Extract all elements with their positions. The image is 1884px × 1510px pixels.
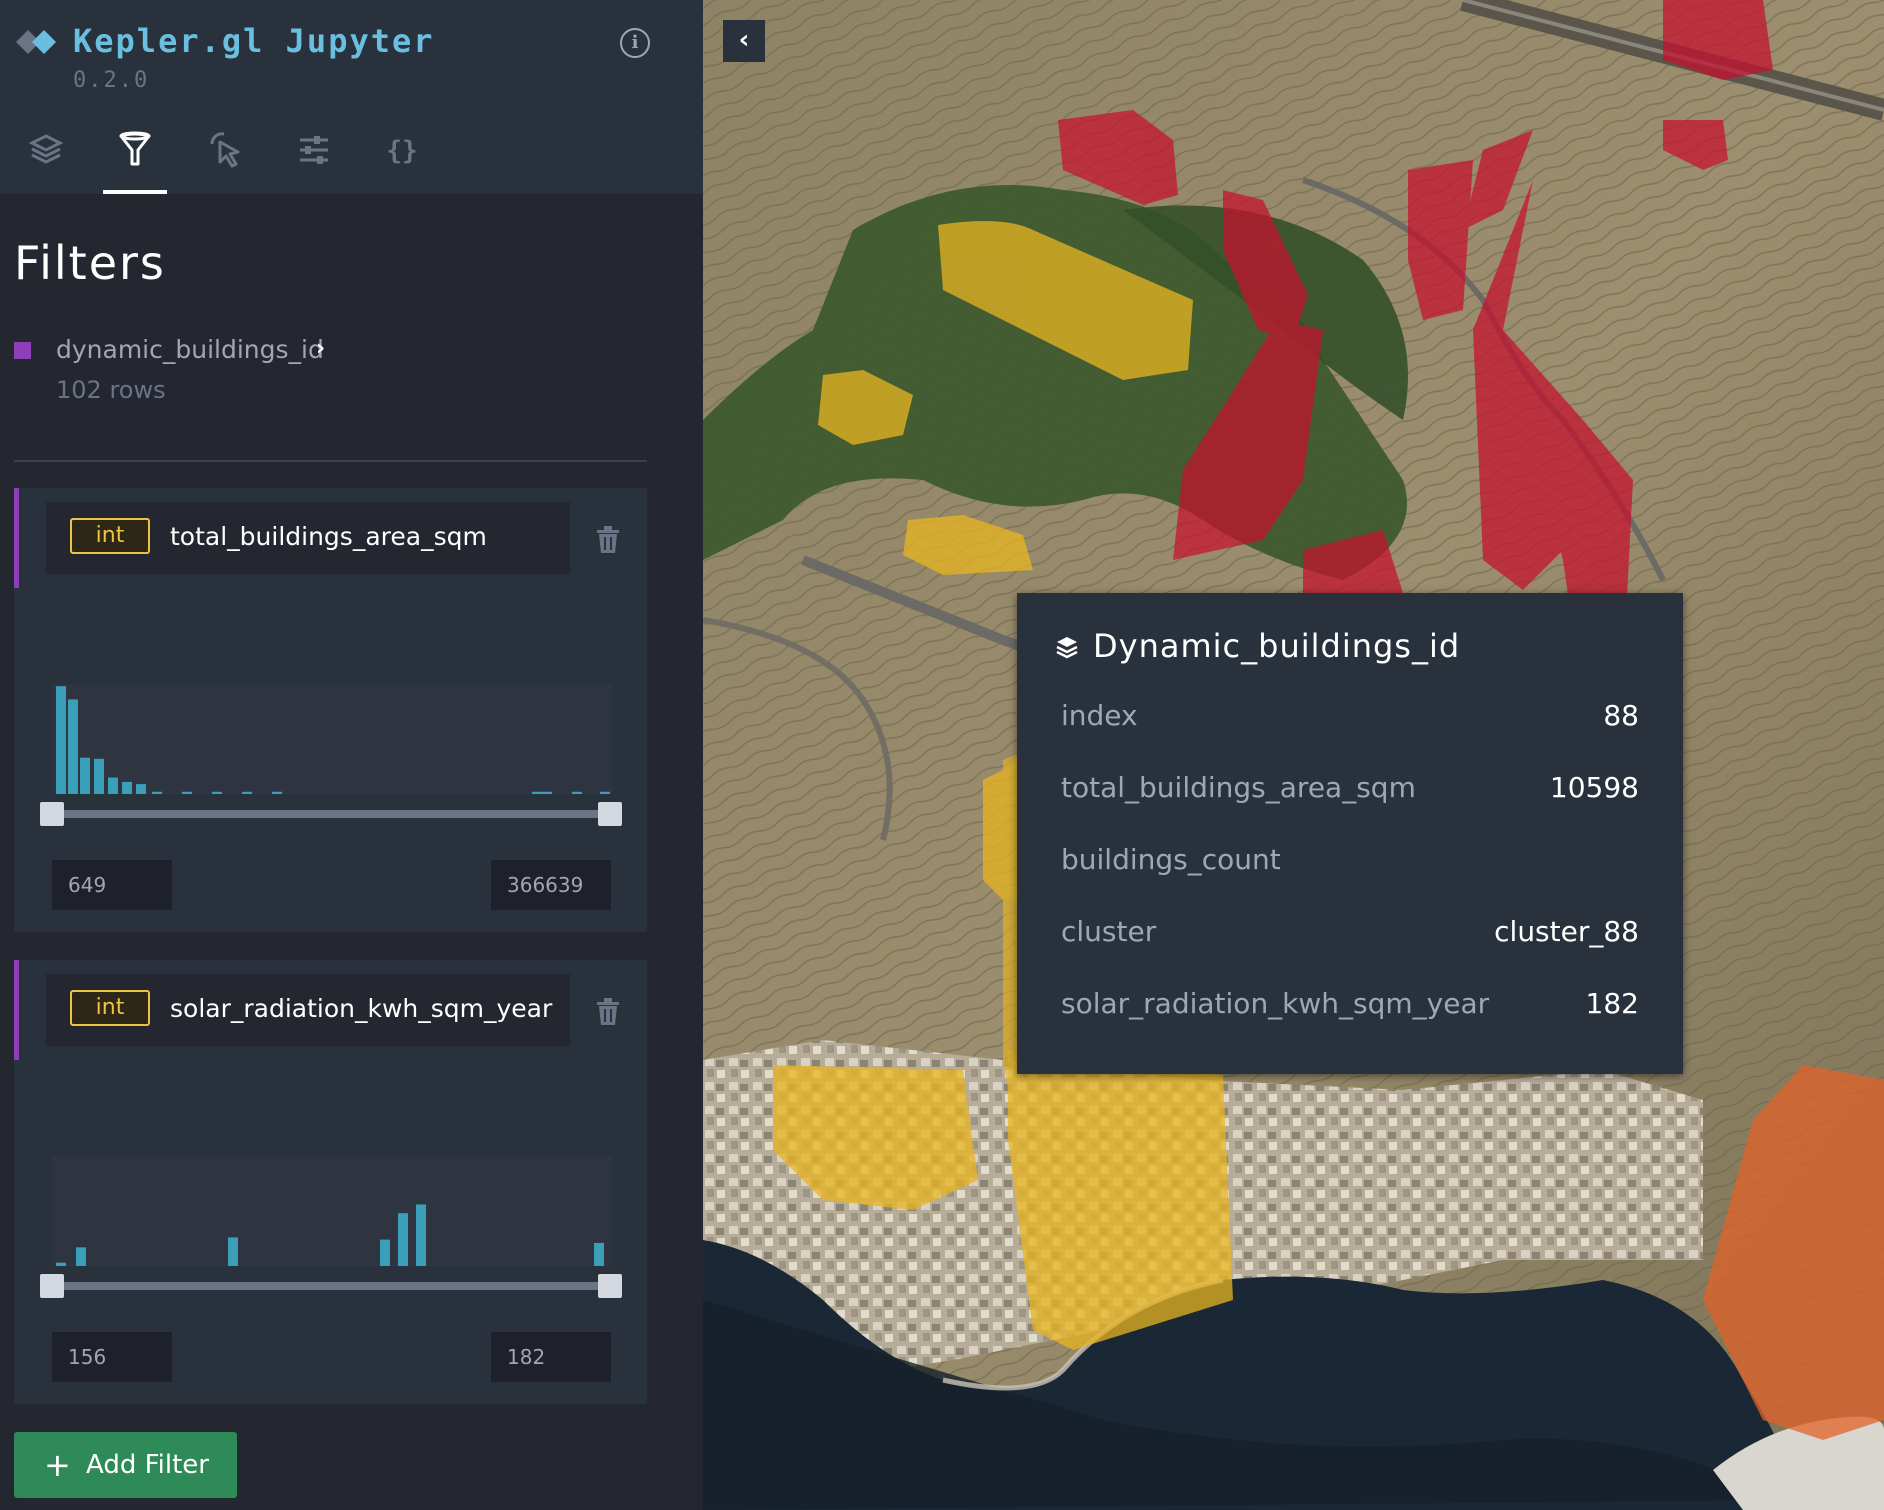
layers-icon: [28, 134, 64, 164]
app-title: Kepler.gl Jupyter: [73, 22, 435, 60]
interaction-icon: [210, 132, 240, 168]
collapse-sidebar-button[interactable]: ‹: [723, 20, 765, 62]
histogram-bar: [94, 758, 104, 794]
add-filter-label: Add Filter: [86, 1450, 209, 1480]
histogram-bar: [594, 1242, 604, 1266]
range-max-input[interactable]: 366639: [491, 860, 611, 910]
tooltip-row: solar_radiation_kwh_sqm_year 182: [1061, 987, 1639, 1027]
tooltip-row: total_buildings_area_sqm 10598: [1061, 771, 1639, 811]
tooltip-key: index: [1061, 699, 1138, 732]
trash-icon[interactable]: [596, 526, 620, 554]
tab-filters[interactable]: [115, 130, 155, 170]
histogram-bar: [380, 1239, 390, 1266]
histogram-bar: [76, 1247, 86, 1266]
svg-text:{}: {}: [386, 136, 417, 166]
field-type-badge: int: [70, 990, 150, 1026]
range-slider-min-handle[interactable]: [40, 1274, 64, 1298]
tab-json-config[interactable]: {}: [382, 130, 422, 170]
filter-icon: [119, 131, 151, 166]
add-filter-button[interactable]: + Add Filter: [14, 1432, 237, 1498]
filter-dataset-accent: [14, 960, 19, 1060]
plus-icon: +: [44, 1446, 71, 1484]
json-config-icon: {}: [386, 136, 417, 166]
tooltip-key: cluster: [1061, 915, 1157, 948]
histogram-bar: [272, 791, 282, 794]
tooltip-value: 182: [1585, 987, 1639, 1020]
histogram-bar: [122, 781, 132, 794]
histogram-bar: [182, 791, 192, 794]
map-tooltip: Dynamic_buildings_id index 88 total_buil…: [1017, 593, 1683, 1074]
range-slider-min-handle[interactable]: [40, 802, 64, 826]
map-settings-icon: [300, 136, 328, 164]
histogram-bar: [416, 1204, 426, 1266]
tooltip-value: 88: [1603, 699, 1639, 732]
histogram-bar: [242, 791, 252, 794]
side-panel: Kepler.gl Jupyter 0.2.0 i {} Filters dyn…: [0, 0, 703, 1510]
histogram: [52, 1156, 612, 1266]
active-tab-indicator: [103, 190, 167, 194]
histogram-bar: [108, 777, 118, 794]
filter-dataset-accent: [14, 488, 19, 588]
trash-icon[interactable]: [596, 998, 620, 1026]
range-min-input[interactable]: 156: [52, 1332, 172, 1382]
histogram: [52, 684, 612, 794]
tooltip-key: total_buildings_area_sqm: [1061, 771, 1416, 804]
field-type-badge: int: [70, 518, 150, 554]
histogram-bar: [80, 757, 90, 794]
dataset-color-swatch: [14, 342, 31, 359]
filter-field-selector[interactable]: int solar_radiation_kwh_sqm_year: [46, 974, 570, 1046]
histogram-bar: [572, 791, 582, 794]
histogram-bar: [68, 699, 78, 794]
panel-title: Filters: [14, 236, 166, 290]
layers-icon: [1056, 637, 1078, 659]
histogram-bar: [56, 1262, 66, 1266]
range-slider-track[interactable]: [60, 1282, 620, 1290]
filter-panel: int total_buildings_area_sqm 649 366639: [14, 488, 647, 932]
histogram-bar: [56, 686, 66, 794]
tooltip-row: cluster cluster_88: [1061, 915, 1639, 955]
histogram-bar: [136, 784, 146, 794]
histogram-bar: [600, 791, 610, 794]
tooltip-key: buildings_count: [1061, 843, 1281, 876]
dataset-row-count: 102 rows: [56, 376, 166, 404]
tab-layers[interactable]: [26, 130, 66, 170]
tooltip-row: index 88: [1061, 699, 1639, 739]
histogram-chart: [56, 1204, 604, 1266]
chevron-right-icon[interactable]: ›: [316, 336, 325, 361]
info-icon[interactable]: i: [620, 28, 650, 58]
histogram-bar: [212, 791, 222, 794]
range-max-input[interactable]: 182: [491, 1332, 611, 1382]
divider: [14, 460, 647, 462]
dataset-name[interactable]: dynamic_buildings_id: [56, 335, 324, 364]
tab-interactions[interactable]: [206, 130, 246, 170]
filter-field-name: solar_radiation_kwh_sqm_year: [170, 994, 553, 1023]
filter-field-name: total_buildings_area_sqm: [170, 522, 487, 551]
tooltip-title: Dynamic_buildings_id: [1093, 627, 1461, 665]
app-version: 0.2.0: [73, 68, 150, 93]
histogram-bar: [152, 791, 162, 794]
histogram-bar: [398, 1213, 408, 1266]
tooltip-value: cluster_88: [1494, 915, 1639, 948]
filter-panel: int solar_radiation_kwh_sqm_year 156 182: [14, 960, 647, 1404]
side-panel-header: Kepler.gl Jupyter 0.2.0 i {}: [0, 0, 703, 194]
range-min-input[interactable]: 649: [52, 860, 172, 910]
histogram-bar: [532, 791, 542, 794]
range-slider-max-handle[interactable]: [598, 802, 622, 826]
histogram-chart: [56, 686, 610, 794]
histogram-bar: [542, 791, 552, 794]
filter-field-selector[interactable]: int total_buildings_area_sqm: [46, 502, 570, 574]
range-slider-max-handle[interactable]: [598, 1274, 622, 1298]
range-slider-track[interactable]: [60, 810, 620, 818]
kepler-logo-icon: [16, 30, 56, 54]
tooltip-value: 10598: [1549, 771, 1639, 804]
tooltip-row: buildings_count: [1061, 843, 1639, 883]
tooltip-key: solar_radiation_kwh_sqm_year: [1061, 987, 1490, 1020]
tab-map-settings[interactable]: [294, 130, 334, 170]
histogram-bar: [228, 1237, 238, 1266]
